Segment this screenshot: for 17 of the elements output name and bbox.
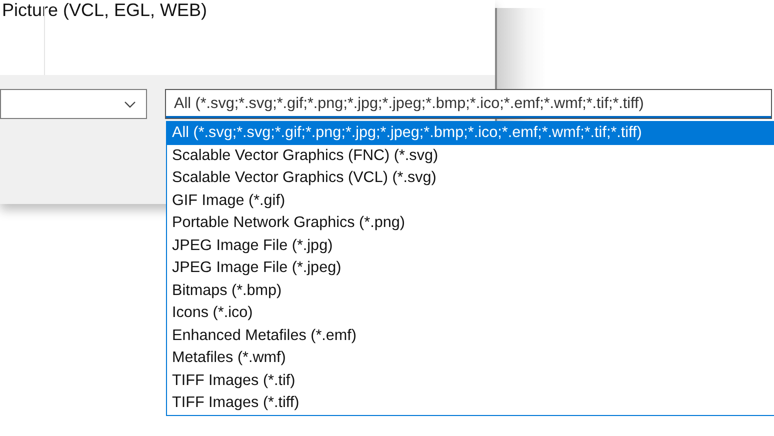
dropdown-field[interactable] [0, 89, 147, 119]
dropdown-option[interactable]: JPEG Image File (*.jpeg) [167, 257, 774, 280]
file-type-dropdown[interactable]: All (*.svg;*.svg;*.gif;*.png;*.jpg;*.jpeg;*.bmp;*.ico;*.emf;*.wmf;*.tif;*.tiff) [165, 89, 772, 119]
dropdown-option[interactable]: Scalable Vector Graphics (FNC) (*.svg) [167, 144, 774, 167]
dropdown-option[interactable]: Portable Network Graphics (*.png) [167, 212, 774, 234]
dropdown-option[interactable]: JPEG Image File (*.jpg) [167, 234, 774, 257]
dropdown-option[interactable]: GIF Image (*.gif) [167, 190, 774, 212]
section-heading: Picture (VCL, EGL, WEB) [2, 0, 208, 20]
dropdown-option[interactable]: TIFF Images (*.tiff) [167, 392, 774, 414]
dropdown-option[interactable]: TIFF Images (*.tif) [167, 370, 774, 392]
dropdown-option[interactable]: Scalable Vector Graphics (VCL) (*.svg) [167, 167, 774, 190]
dropdown-option[interactable]: Metafiles (*.wmf) [167, 347, 774, 370]
dropdown-option[interactable]: Bitmaps (*.bmp) [167, 280, 774, 302]
dropdown-option[interactable]: All (*.svg;*.svg;*.gif;*.png;*.jpg;*.jpeg;*.bmp;*.ico;*.emf;*.wmf;*.tif;*.tiff) [167, 122, 774, 144]
dropdown-option[interactable]: Icons (*.ico) [167, 302, 774, 324]
chevron-down-icon [124, 100, 136, 108]
dropdown-option[interactable]: Enhanced Metafiles (*.emf) [167, 324, 774, 347]
